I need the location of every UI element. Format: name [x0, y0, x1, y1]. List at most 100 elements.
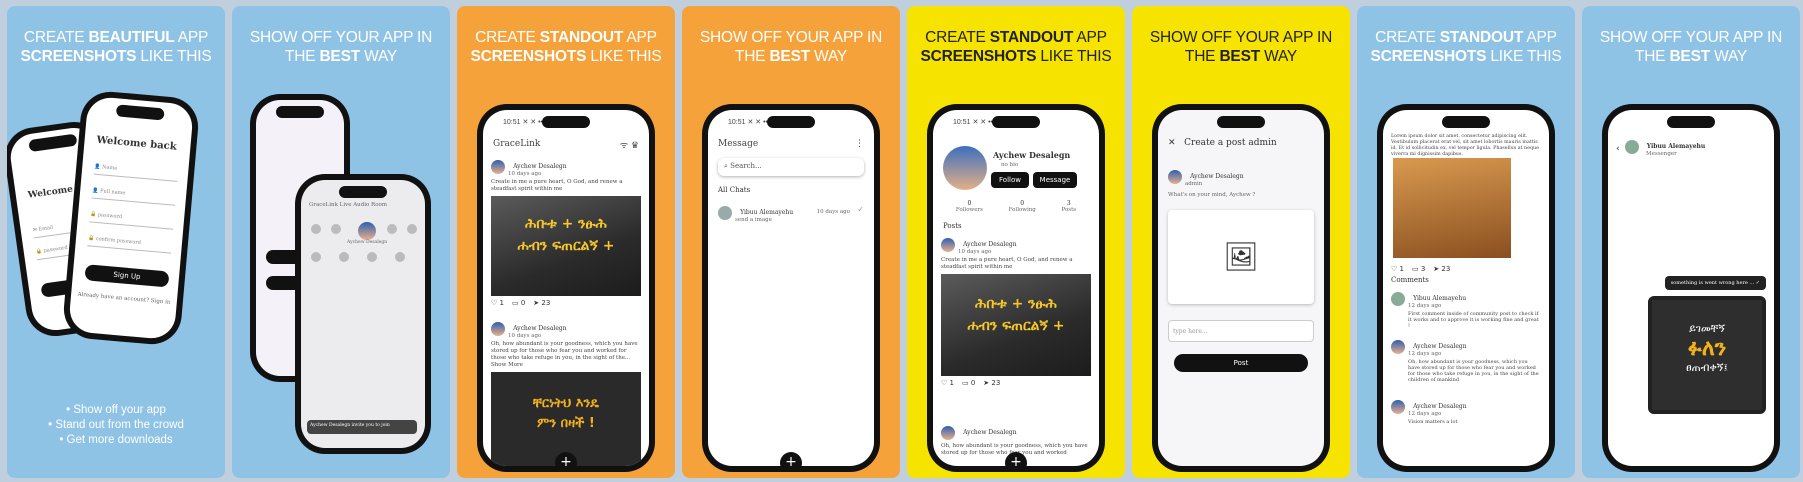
listener-avatar — [339, 252, 349, 262]
chat-item[interactable]: Yibuu Alemayehu send a image 10 days ago… — [718, 202, 864, 223]
message-time: 10 days ago — [816, 209, 850, 215]
like-icon[interactable]: ♡ 1 — [491, 299, 504, 307]
post-image[interactable] — [1393, 158, 1511, 258]
panel-headline: SHOW OFF YOUR APP IN THE BEST WAY — [1149, 29, 1333, 65]
page-header: ✕ Create a post admin — [1168, 138, 1277, 148]
avatar — [491, 159, 505, 174]
post-time: 10 days ago — [508, 171, 542, 177]
contact-name: Yibuu Alemayehu — [740, 209, 794, 216]
panel-2: SHOW OFF YOUR APP IN THE BEST WAY GraceL… — [232, 6, 450, 478]
avatar — [718, 205, 732, 220]
panel-headline: SHOW OFF YOUR APP IN THE BEST WAY — [249, 29, 433, 65]
close-icon[interactable]: ✕ — [1168, 138, 1176, 148]
page-title: Message — [718, 139, 759, 149]
status-bar: 10:51 ✕ ✕ ••• — [953, 119, 996, 126]
post-prompt: What's on your mind, Aychew ? — [1168, 192, 1256, 198]
post-image[interactable]: ሕቡቱ + ንፁሕ ሐብን ፍጠርልኝ + — [491, 196, 641, 296]
avatar — [491, 321, 505, 336]
profile-avatar — [943, 146, 987, 190]
post-actions[interactable]: ♡ 1 ▭ 3 ➤ 23 — [1391, 265, 1541, 273]
like-icon[interactable]: ♡ 1 — [1391, 265, 1404, 273]
panel-4: SHOW OFF YOUR APP IN THE BEST WAY 10:51 … — [682, 6, 900, 478]
status-bar: 10:51 ✕ ✕ ••• — [728, 119, 771, 126]
phone: ‹ Yibuu Alemayehu Messenger something is… — [1602, 104, 1780, 472]
audio-room-icon[interactable]: ᯤ ♛ — [620, 138, 639, 151]
post-actions[interactable]: ♡ 1 ▭ 0 ➤ 23 — [941, 379, 1091, 387]
listener-avatar — [407, 224, 417, 234]
image-message[interactable]: ይገመቸኝ ፉለን ፀጠብቀኝ፤ — [1648, 296, 1766, 414]
avatar — [1391, 399, 1405, 414]
share-icon[interactable]: ➤ 23 — [533, 299, 550, 307]
panel-7: CREATE STANDOUT APP SCREENSHOTS LIKE THI… — [1357, 6, 1575, 478]
stat-followers: 0 Followers — [955, 200, 983, 213]
comment-item: Aychew Desalegn 12 days ago Oh, how abun… — [1391, 336, 1541, 383]
post-author: Aychew Desalegn — [513, 325, 567, 332]
phone-front: GraceLink Live Audio Room Aychew Desaleg… — [295, 174, 431, 454]
profile-post: Aychew Desalegn 10 days ago Create in me… — [941, 234, 1091, 387]
search-input[interactable]: ⌕ Search... — [718, 158, 864, 176]
avatar — [941, 425, 955, 440]
fullname-field[interactable]: 👤 Full name — [91, 184, 177, 206]
comment-icon[interactable]: ▭ 0 — [962, 379, 975, 387]
feed-post: Aychew Desalegn 10 days ago Create in me… — [491, 156, 641, 307]
comment-text: First comment inside of community post t… — [1408, 311, 1539, 329]
message-bubble: something is went wrong here ... ✓ — [1664, 276, 1766, 290]
signin-link[interactable]: Already have an account? Sign in — [71, 291, 177, 306]
password-field[interactable]: 🔒 password — [89, 208, 175, 230]
appbar: GraceLink ᯤ ♛ — [493, 136, 639, 152]
listener-avatar — [387, 224, 397, 234]
host-avatar: Aychew Desalegn — [347, 220, 387, 245]
panel-1: CREATE BEAUTIFUL APP SCREENSHOTS LIKE TH… — [7, 6, 225, 478]
avatar — [1168, 169, 1182, 184]
comment-text: Vision matters a lot — [1408, 419, 1458, 425]
post-text: Oh, how abundant is your goodness, which… — [491, 341, 638, 368]
search-icon: ⌕ — [724, 162, 728, 170]
post-time: 10 days ago — [958, 249, 992, 255]
post-image[interactable]: ሕቡቱ + ንፁሕ ሐብን ፍጠርልኝ + — [941, 274, 1091, 376]
add-chat-button[interactable]: + — [780, 452, 802, 466]
share-icon[interactable]: ➤ 23 — [1433, 265, 1450, 273]
listener-avatar — [395, 252, 405, 262]
panel-6: SHOW OFF YOUR APP IN THE BEST WAY ✕ Crea… — [1132, 6, 1350, 478]
section-label: All Chats — [718, 186, 751, 194]
post-input[interactable]: type here... — [1168, 320, 1314, 342]
comment-icon[interactable]: ▭ 3 — [1412, 265, 1425, 273]
follow-button[interactable]: Follow — [991, 172, 1029, 188]
name-field[interactable]: 👤 Name — [93, 160, 179, 182]
confirm-password-field[interactable]: 🔒 confirm password — [87, 232, 173, 254]
posts-label: Posts — [943, 222, 962, 230]
more-icon[interactable]: ⋮ — [855, 139, 864, 149]
post-text: Create in me a pure heart, O God, and re… — [491, 179, 623, 192]
comment-time: 12 days ago — [1408, 411, 1442, 417]
comment-author: Aychew Desalegn — [1413, 343, 1467, 350]
avatar — [1624, 139, 1639, 154]
comments-label: Comments — [1391, 276, 1429, 284]
add-image-icon[interactable]: 🖼 — [1168, 210, 1314, 304]
message-button[interactable]: Message — [1033, 172, 1077, 188]
back-icon[interactable]: ‹ — [1616, 144, 1620, 154]
comment-author: Yibuu Alemayehu — [1413, 295, 1467, 302]
post-actions[interactable]: ♡ 1 ▭ 0 ➤ 23 — [491, 299, 641, 307]
avatar — [1391, 339, 1405, 354]
listener-avatar — [311, 252, 321, 262]
signup-button[interactable]: Sign Up — [84, 264, 170, 288]
invite-toast[interactable]: Aychew Desalegn invite you to join — [307, 420, 417, 434]
appbar: Message ⋮ — [718, 136, 864, 152]
avatar — [941, 237, 955, 252]
post-time: 10 days ago — [508, 333, 542, 339]
check-icon: ✓ — [857, 205, 864, 214]
panel-headline: SHOW OFF YOUR APP IN THE BEST WAY — [1599, 29, 1783, 65]
feature-bullets: • Show off your app • Stand out from the… — [48, 404, 184, 446]
share-icon[interactable]: ➤ 23 — [983, 379, 1000, 387]
post-text: Lorem ipsum dolor sit amet, consectetur … — [1391, 134, 1539, 157]
like-icon[interactable]: ♡ 1 — [941, 379, 954, 387]
author-row: Aychew Desalegn admin — [1168, 166, 1244, 187]
post-button[interactable]: Post — [1174, 354, 1308, 372]
profile-name: Aychew Desalegn — [993, 150, 1071, 160]
stat-following: 0 Following — [1008, 200, 1036, 213]
comment-item: Aychew Desalegn 12 days ago Vision matte… — [1391, 396, 1541, 426]
comment-icon[interactable]: ▭ 0 — [512, 299, 525, 307]
panel-headline: CREATE STANDOUT APP SCREENSHOTS LIKE THI… — [920, 29, 1112, 65]
post-author: Aychew Desalegn — [513, 163, 567, 170]
comment-author: Aychew Desalegn — [1413, 403, 1467, 410]
